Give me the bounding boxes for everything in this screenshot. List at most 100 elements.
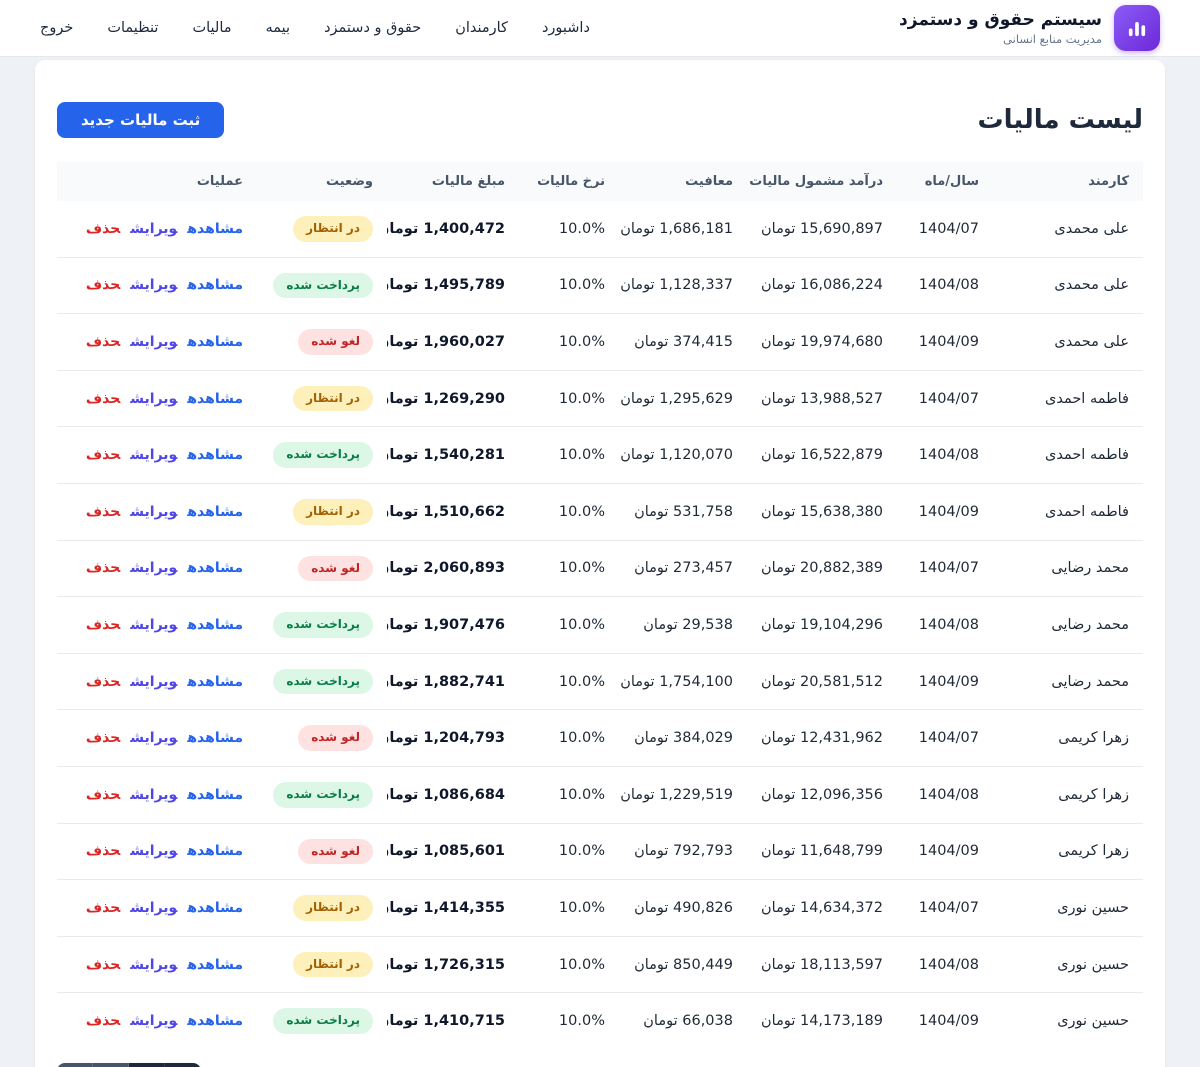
edit-link[interactable]: ویرایش: [130, 900, 177, 916]
edit-link[interactable]: ویرایش: [130, 730, 177, 746]
table-row: محمد رضایی1404/0819,104,296 تومان29,538 …: [57, 597, 1143, 654]
nav-item-5[interactable]: تنظیمات: [107, 20, 158, 36]
delete-link[interactable]: حذف: [86, 957, 120, 973]
view-link[interactable]: مشاهده: [187, 843, 243, 859]
delete-link[interactable]: حذف: [86, 447, 120, 463]
brand-text: سیستم حقوق و دستمزد مدیریت منابع انسانی: [899, 10, 1102, 46]
prev-page-button[interactable]: ‹: [57, 1063, 93, 1067]
delete-link[interactable]: حذف: [86, 843, 120, 859]
amount-cell: 1,907,476 تومان: [387, 597, 519, 654]
actions-cell: مشاهده ویرایش حذف: [57, 597, 257, 654]
delete-link[interactable]: حذف: [86, 730, 120, 746]
table-row: زهرا کریمی1404/0911,648,799 تومان792,793…: [57, 823, 1143, 880]
exemption-cell: 1,120,070 تومان: [619, 427, 747, 484]
edit-link[interactable]: ویرایش: [130, 957, 177, 973]
column-header-1: سال/ماه: [897, 162, 993, 201]
amount-cell: 1,510,662 تومان: [387, 483, 519, 540]
view-link[interactable]: مشاهده: [187, 957, 243, 973]
status-cell: پرداخت شده: [257, 993, 387, 1049]
view-link[interactable]: مشاهده: [187, 730, 243, 746]
view-link[interactable]: مشاهده: [187, 787, 243, 803]
edit-link[interactable]: ویرایش: [130, 334, 177, 350]
status-badge: پرداخت شده: [273, 612, 373, 638]
edit-link[interactable]: ویرایش: [130, 843, 177, 859]
view-link[interactable]: مشاهده: [187, 674, 243, 690]
pagination: ‹12›: [57, 1063, 201, 1067]
employee-cell: محمد رضایی: [993, 653, 1143, 710]
view-link[interactable]: مشاهده: [187, 504, 243, 520]
edit-link[interactable]: ویرایش: [130, 1013, 177, 1029]
view-link[interactable]: مشاهده: [187, 560, 243, 576]
nav-item-0[interactable]: داشبورد: [542, 20, 590, 36]
delete-link[interactable]: حذف: [86, 391, 120, 407]
status-badge: لغو شده: [298, 556, 373, 582]
add-tax-button[interactable]: ثبت مالیات جدید: [57, 102, 224, 138]
status-badge: پرداخت شده: [273, 442, 373, 468]
employee-cell: محمد رضایی: [993, 540, 1143, 597]
employee-cell: زهرا کریمی: [993, 766, 1143, 823]
employee-cell: زهرا کریمی: [993, 710, 1143, 767]
view-link[interactable]: مشاهده: [187, 277, 243, 293]
exemption-cell: 1,128,337 تومان: [619, 257, 747, 314]
view-link[interactable]: مشاهده: [187, 447, 243, 463]
delete-link[interactable]: حذف: [86, 787, 120, 803]
delete-link[interactable]: حذف: [86, 560, 120, 576]
nav-item-1[interactable]: کارمندان: [455, 20, 508, 36]
delete-link[interactable]: حذف: [86, 504, 120, 520]
view-link[interactable]: مشاهده: [187, 334, 243, 350]
table-row: محمد رضایی1404/0720,882,389 تومان273,457…: [57, 540, 1143, 597]
column-header-4: نرخ مالیات: [519, 162, 619, 201]
income-cell: 12,096,356 تومان: [747, 766, 897, 823]
amount-cell: 1,960,027 تومان: [387, 314, 519, 371]
period-cell: 1404/07: [897, 880, 993, 937]
rate-cell: 10.0%: [519, 823, 619, 880]
rate-cell: 10.0%: [519, 880, 619, 937]
rate-cell: 10.0%: [519, 540, 619, 597]
actions-cell: مشاهده ویرایش حذف: [57, 314, 257, 371]
view-link[interactable]: مشاهده: [187, 617, 243, 633]
edit-link[interactable]: ویرایش: [130, 391, 177, 407]
income-cell: 15,638,380 تومان: [747, 483, 897, 540]
delete-link[interactable]: حذف: [86, 334, 120, 350]
next-page-button[interactable]: ›: [165, 1063, 201, 1067]
page-2-button[interactable]: 2: [129, 1063, 165, 1067]
delete-link[interactable]: حذف: [86, 674, 120, 690]
table-row: حسین نوری1404/0818,113,597 تومان850,449 …: [57, 936, 1143, 993]
exemption-cell: 1,295,629 تومان: [619, 370, 747, 427]
page-1-button[interactable]: 1: [93, 1063, 129, 1067]
amount-cell: 1,495,789 تومان: [387, 257, 519, 314]
edit-link[interactable]: ویرایش: [130, 787, 177, 803]
table-row: محمد رضایی1404/0920,581,512 تومان1,754,1…: [57, 653, 1143, 710]
edit-link[interactable]: ویرایش: [130, 560, 177, 576]
income-cell: 19,974,680 تومان: [747, 314, 897, 371]
table-row: فاطمه احمدی1404/0713,988,527 تومان1,295,…: [57, 370, 1143, 427]
employee-cell: حسین نوری: [993, 936, 1143, 993]
actions-cell: مشاهده ویرایش حذف: [57, 766, 257, 823]
status-cell: پرداخت شده: [257, 597, 387, 654]
delete-link[interactable]: حذف: [86, 221, 120, 237]
view-link[interactable]: مشاهده: [187, 1013, 243, 1029]
bar-chart-icon: [1124, 15, 1150, 41]
edit-link[interactable]: ویرایش: [130, 447, 177, 463]
income-cell: 15,690,897 تومان: [747, 201, 897, 257]
edit-link[interactable]: ویرایش: [130, 221, 177, 237]
nav-item-6[interactable]: خروج: [40, 20, 73, 36]
delete-link[interactable]: حذف: [86, 617, 120, 633]
view-link[interactable]: مشاهده: [187, 900, 243, 916]
table-row: حسین نوری1404/0714,634,372 تومان490,826 …: [57, 880, 1143, 937]
delete-link[interactable]: حذف: [86, 1013, 120, 1029]
income-cell: 12,431,962 تومان: [747, 710, 897, 767]
nav-item-4[interactable]: مالیات: [192, 20, 231, 36]
edit-link[interactable]: ویرایش: [130, 674, 177, 690]
view-link[interactable]: مشاهده: [187, 221, 243, 237]
edit-link[interactable]: ویرایش: [130, 277, 177, 293]
edit-link[interactable]: ویرایش: [130, 617, 177, 633]
nav-item-3[interactable]: بیمه: [266, 20, 291, 36]
actions-cell: مشاهده ویرایش حذف: [57, 427, 257, 484]
view-link[interactable]: مشاهده: [187, 391, 243, 407]
nav-item-2[interactable]: حقوق و دستمزد: [324, 20, 421, 36]
income-cell: 20,882,389 تومان: [747, 540, 897, 597]
delete-link[interactable]: حذف: [86, 900, 120, 916]
edit-link[interactable]: ویرایش: [130, 504, 177, 520]
delete-link[interactable]: حذف: [86, 277, 120, 293]
